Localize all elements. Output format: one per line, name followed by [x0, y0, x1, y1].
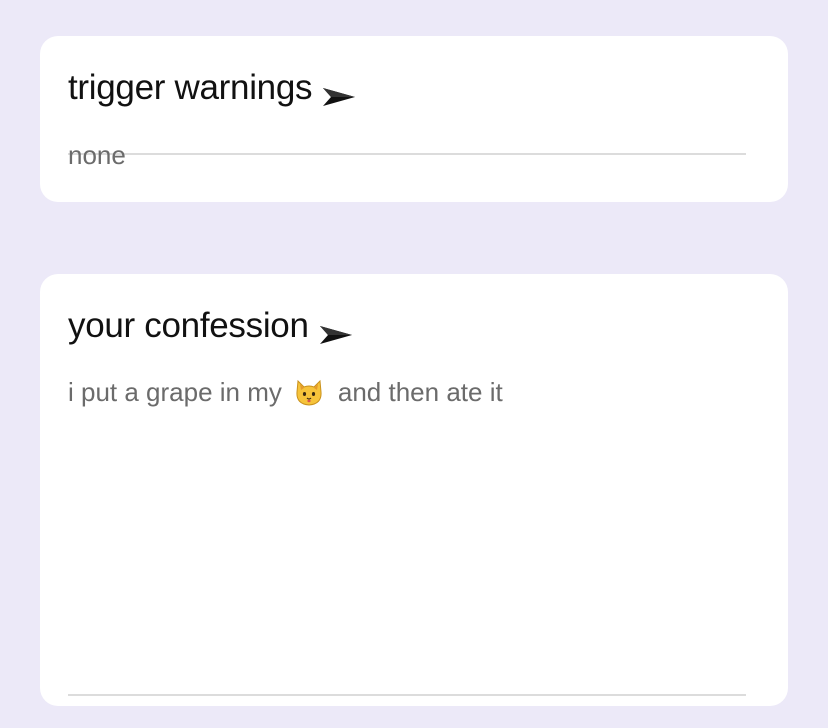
- confession-textarea[interactable]: i put a grape in my and then ate it: [68, 377, 503, 408]
- trigger-warnings-title: trigger warnings: [68, 68, 313, 107]
- confession-underline: [68, 694, 746, 696]
- confession-header: your confession: [68, 306, 353, 346]
- send-arrow-icon: [322, 77, 356, 106]
- confession-text-before: i put a grape in my: [68, 377, 282, 407]
- cat-face-emoji-icon: [294, 378, 324, 408]
- trigger-warnings-card: trigger warnings none: [40, 36, 788, 202]
- confession-title: your confession: [68, 306, 309, 345]
- confession-card: your confession i put a grape in my and …: [40, 274, 788, 706]
- trigger-warnings-header: trigger warnings: [68, 68, 356, 108]
- send-arrow-icon: [319, 315, 353, 344]
- trigger-warnings-input[interactable]: none: [68, 140, 126, 171]
- trigger-warnings-underline: [68, 153, 746, 155]
- confession-text-after: and then ate it: [337, 377, 503, 407]
